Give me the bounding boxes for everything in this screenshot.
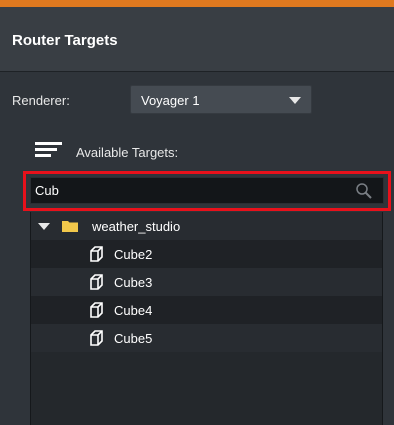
- search-icon[interactable]: [355, 182, 373, 200]
- folder-icon: [62, 221, 78, 232]
- panel-header: Router Targets: [0, 7, 394, 72]
- menu-icon[interactable]: [35, 142, 62, 158]
- cube-icon: [90, 274, 103, 290]
- expand-caret-icon[interactable]: [38, 223, 50, 230]
- accent-bar: [0, 0, 394, 7]
- renderer-selected-value: Voyager 1: [141, 93, 200, 108]
- renderer-dropdown[interactable]: Voyager 1: [130, 85, 312, 114]
- page-title: Router Targets: [12, 32, 118, 49]
- tree-folder-row[interactable]: weather_studio: [31, 212, 382, 240]
- tree-item-cube2[interactable]: Cube2: [31, 240, 382, 268]
- tree-item-label: Cube4: [114, 303, 153, 318]
- cube-icon: [90, 330, 103, 346]
- targets-tree: weather_studio Cube2 Cube3 Cube4 Cube5: [30, 212, 383, 425]
- tree-folder-label: weather_studio: [92, 219, 181, 234]
- tree-item-label: Cube2: [114, 247, 153, 262]
- cube-icon: [90, 302, 103, 318]
- tree-item-cube4[interactable]: Cube4: [31, 296, 382, 324]
- cube-icon: [90, 246, 103, 262]
- tree-item-cube5[interactable]: Cube5: [31, 324, 382, 352]
- search-input-value: Cub: [35, 183, 59, 198]
- chevron-down-icon: [289, 97, 301, 104]
- search-input[interactable]: Cub: [30, 177, 384, 204]
- tree-item-cube3[interactable]: Cube3: [31, 268, 382, 296]
- available-targets-label: Available Targets:: [76, 145, 179, 160]
- tree-item-label: Cube5: [114, 331, 153, 346]
- tree-item-label: Cube3: [114, 275, 153, 290]
- renderer-label: Renderer:: [12, 93, 70, 108]
